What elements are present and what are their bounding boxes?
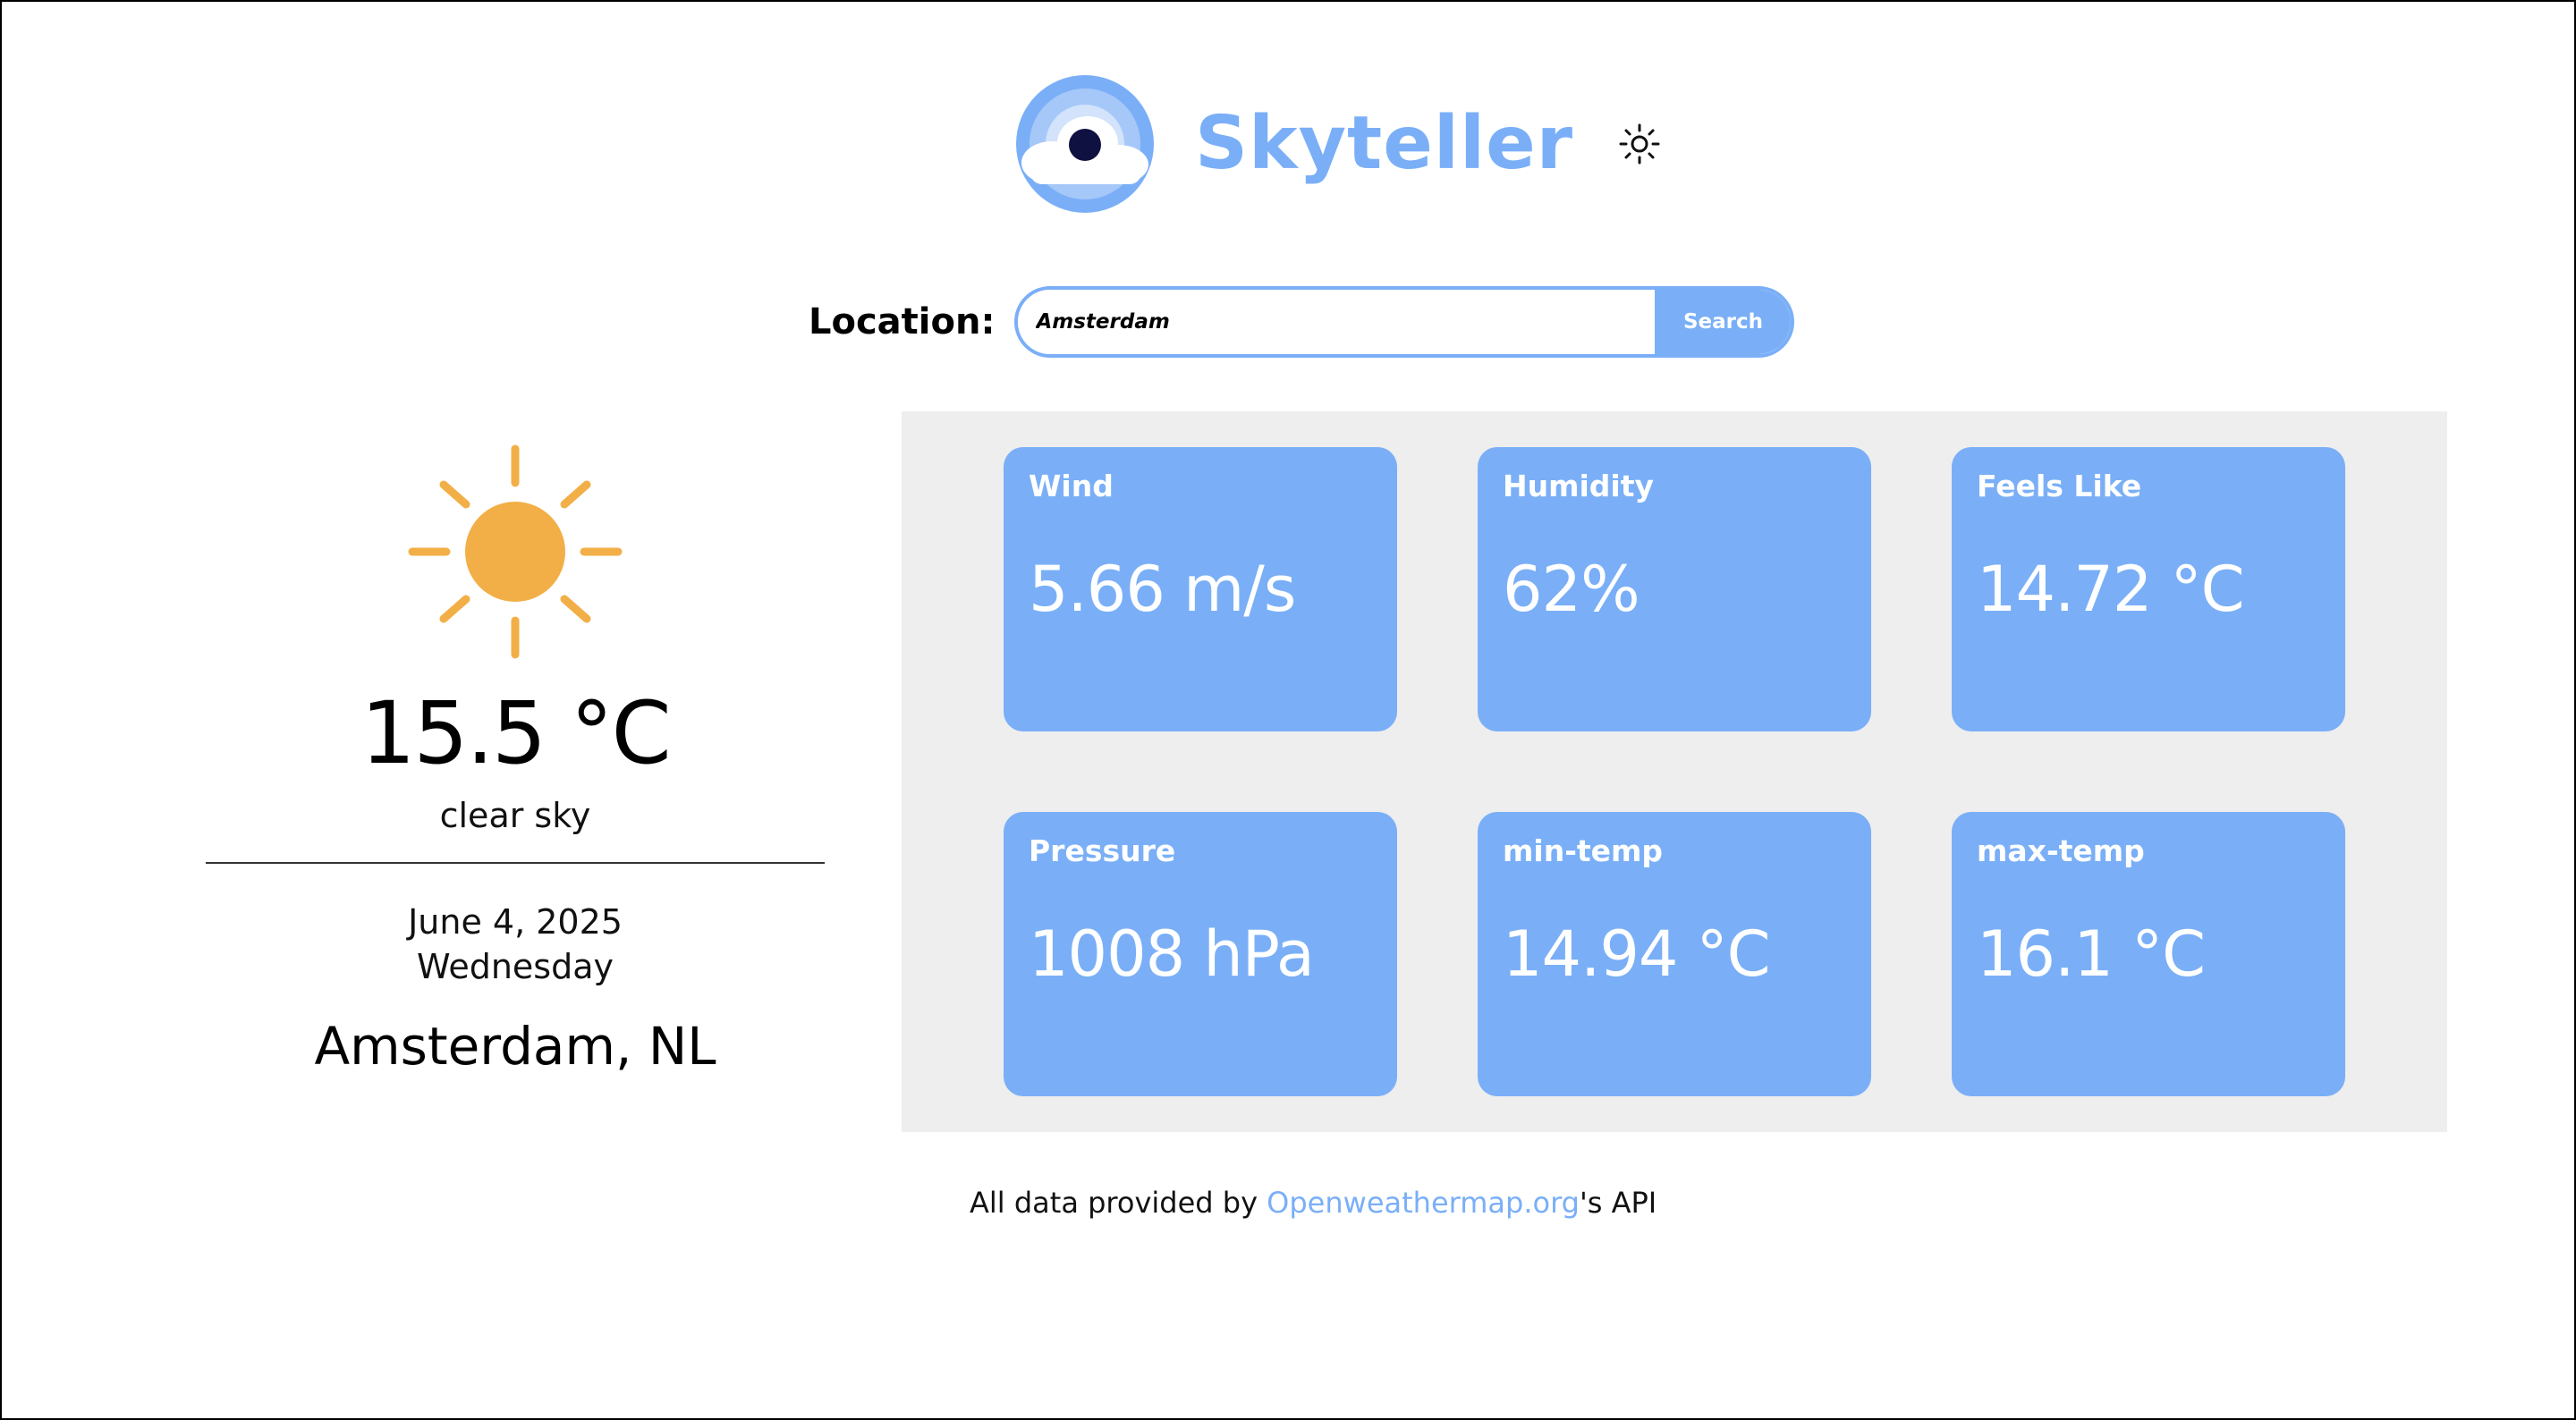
- stat-value: 14.72 °C: [1977, 553, 2245, 626]
- footer-attribution: All data provided by Openweathermap.org'…: [970, 1186, 1657, 1220]
- current-weekday: Wednesday: [416, 947, 614, 986]
- stat-card-max-temp: max-temp 16.1 °C: [1952, 812, 2345, 1096]
- current-temperature: 15.5 °C: [360, 683, 671, 783]
- weather-app-page: Skyteller Location: Search: [0, 0, 2576, 1420]
- sun-icon: [408, 444, 623, 659]
- stat-value: 16.1 °C: [1977, 917, 2206, 991]
- stat-value: 14.94 °C: [1503, 917, 1771, 991]
- footer-prefix: All data provided by: [970, 1186, 1267, 1220]
- stat-value: 5.66 m/s: [1029, 553, 1296, 626]
- openweathermap-link[interactable]: Openweathermap.org: [1267, 1186, 1580, 1220]
- stat-title: Feels Like: [1977, 469, 2142, 503]
- stat-card-min-temp: min-temp 14.94 °C: [1478, 812, 1871, 1096]
- stat-value: 1008 hPa: [1029, 917, 1315, 991]
- cloud-eye-logo-icon: [1016, 75, 1154, 213]
- stat-card-pressure: Pressure 1008 hPa: [1004, 812, 1397, 1096]
- theme-toggle-button[interactable]: [1616, 121, 1663, 167]
- search-row: Location: Search: [809, 286, 1795, 358]
- stat-card-humidity: Humidity 62%: [1478, 447, 1871, 731]
- search-button[interactable]: Search: [1655, 290, 1792, 354]
- footer-suffix: 's API: [1579, 1186, 1657, 1220]
- weather-stats-panel: Wind 5.66 m/s Humidity 62% Feels Like 14…: [902, 411, 2447, 1132]
- stat-title: min-temp: [1503, 833, 1664, 868]
- stat-title: Humidity: [1503, 469, 1655, 503]
- location-label: Location:: [809, 301, 996, 342]
- app-title: Skyteller: [1195, 101, 1574, 186]
- app-header: Skyteller: [1016, 75, 1663, 213]
- city-name: Amsterdam, NL: [314, 1016, 716, 1077]
- location-search-input[interactable]: [1018, 290, 1656, 354]
- sun-outline-icon: [1619, 123, 1660, 165]
- divider: [206, 862, 825, 864]
- stat-value: 62%: [1503, 553, 1640, 626]
- current-weather: 15.5 °C clear sky June 4, 2025 Wednesday…: [206, 440, 825, 1077]
- current-date: June 4, 2025: [408, 902, 623, 942]
- stat-title: Pressure: [1029, 833, 1176, 868]
- stat-card-feels-like: Feels Like 14.72 °C: [1952, 447, 2345, 731]
- weather-condition: clear sky: [439, 796, 591, 835]
- stat-title: Wind: [1029, 469, 1114, 503]
- stat-title: max-temp: [1977, 833, 2145, 868]
- stat-card-wind: Wind 5.66 m/s: [1004, 447, 1397, 731]
- search-box: Search: [1014, 286, 1795, 358]
